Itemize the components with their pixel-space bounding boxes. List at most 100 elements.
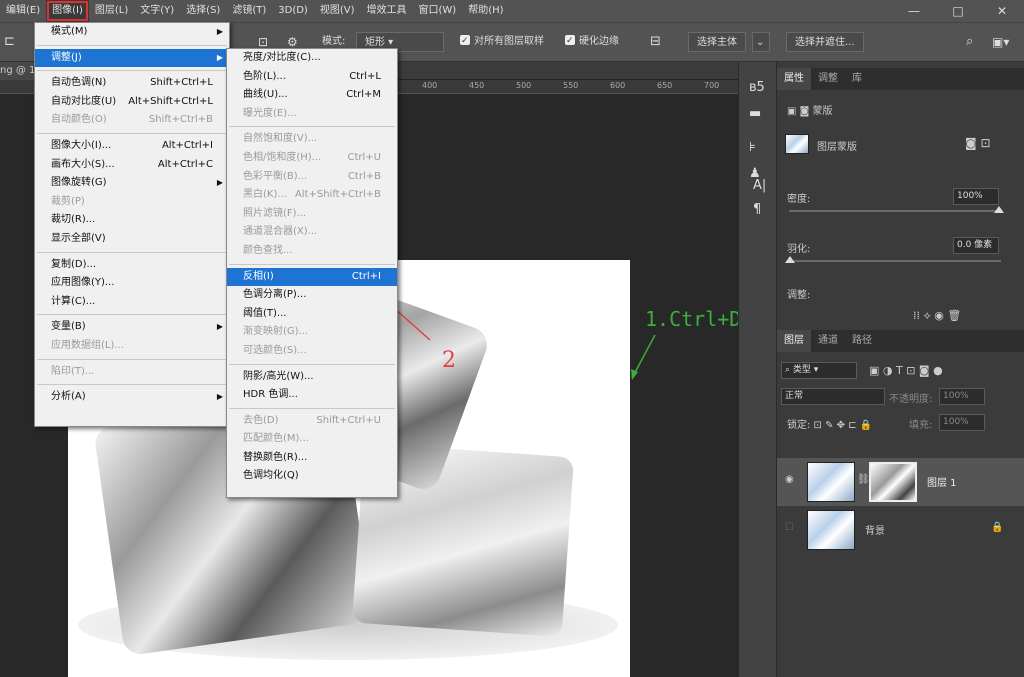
menu-item-阈值-t[interactable]: 阈值(T)... — [227, 305, 397, 324]
density-knob[interactable] — [994, 206, 1004, 213]
speech-icon[interactable]: ⊟ — [650, 32, 661, 52]
ruler-tick: 550 — [563, 81, 579, 90]
menu-item-显示全部-v[interactable]: 显示全部(V) — [35, 230, 229, 249]
ruler-tick: 700 — [704, 81, 720, 90]
menu-item-应用图像-y[interactable]: 应用图像(Y)... — [35, 274, 229, 293]
menu-item-自然饱和度-v: 自然饱和度(V)... — [227, 130, 397, 149]
sample-all-checkbox[interactable]: 对所有图层取样 — [460, 31, 544, 52]
menu-item-可选颜色-s: 可选颜色(S)... — [227, 342, 397, 361]
menu-item-应用数据组-l: 应用数据组(L)... — [35, 337, 229, 356]
menu-item-hdr-色调[interactable]: HDR 色调... — [227, 386, 397, 405]
menu-item-分析-a[interactable]: 分析(A) ▶ — [35, 388, 229, 407]
menu-item-变量-b[interactable]: 变量(B) ▶ — [35, 318, 229, 337]
history-icon[interactable]: ʙ5 — [749, 80, 765, 95]
menu-item-图像大小-i[interactable]: 图像大小(I)... Alt+Ctrl+I — [35, 137, 229, 156]
menu-图像-i[interactable]: 图像(I) — [46, 0, 89, 22]
density-input[interactable]: 100% — [953, 188, 999, 205]
menu-文字-y[interactable]: 文字(Y) — [134, 0, 180, 22]
menu-item-色调均化-q[interactable]: 色调均化(Q) — [227, 467, 397, 486]
menu-item-自动色调-n[interactable]: 自动色调(N) Shift+Ctrl+L — [35, 74, 229, 93]
menu-item-label: 复制(D)... — [51, 258, 97, 270]
link-icon[interactable]: ⛓ — [857, 474, 870, 485]
mask-action-icons[interactable]: ⁞⁞ ⟡ ◉ 🗑 — [913, 309, 961, 323]
menu-选择-s[interactable]: 选择(S) — [180, 0, 226, 22]
eye-icon[interactable]: ◉ — [785, 474, 794, 485]
menu-separator — [37, 44, 227, 46]
feather-knob[interactable] — [785, 256, 795, 263]
menu-增效工具[interactable]: 增效工具 — [361, 0, 413, 22]
blend-mode-select[interactable]: 正常 — [781, 388, 885, 405]
layer-mask-thumbnail[interactable] — [869, 462, 917, 502]
maximize-button[interactable]: □ — [936, 0, 980, 22]
feather-slider[interactable] — [785, 256, 1001, 263]
minimize-button[interactable]: — — [892, 0, 936, 22]
menu-item-阴影-高光-w[interactable]: 阴影/高光(W)... — [227, 368, 397, 387]
ruler-tick: 400 — [422, 81, 438, 90]
feather-input[interactable]: 0.0 像素 — [953, 237, 999, 254]
menu-item-渐变映射-g: 渐变映射(G)... — [227, 323, 397, 342]
tab-paths[interactable]: 路径 — [845, 330, 879, 352]
align-icon[interactable]: ⊧ — [749, 140, 756, 155]
search-icon[interactable]: ⌕ — [966, 32, 973, 52]
menu-item-label: 图像旋转(G) — [51, 177, 107, 189]
menu-shortcut: Alt+Shift+Ctrl+L — [128, 95, 213, 107]
tab-properties[interactable]: 属性 — [777, 68, 811, 90]
menu-帮助-h[interactable]: 帮助(H) — [462, 0, 509, 22]
menu-item-复制-d[interactable]: 复制(D)... — [35, 256, 229, 275]
menu-编辑-e[interactable]: 编辑(E) — [0, 0, 46, 22]
chevron-down-icon[interactable]: ⌄ — [752, 32, 770, 52]
properties-tabs: 属性 调整 库 — [777, 68, 1024, 90]
menu-shortcut: Alt+Shift+Ctrl+B — [294, 189, 381, 201]
menu-item-调整-j[interactable]: 调整(J) ▶ — [35, 48, 229, 68]
menu-shortcut: Alt+Ctrl+I — [161, 139, 213, 151]
close-button[interactable]: ✕ — [980, 0, 1024, 22]
tab-adjustments[interactable]: 调整 — [811, 68, 845, 90]
menu-item-替换颜色-r[interactable]: 替换颜色(R)... — [227, 449, 397, 468]
tool-preset-icon[interactable]: ⊏ — [4, 32, 15, 52]
select-subject-button[interactable]: 选择主体 — [688, 32, 746, 52]
menu-item-计算-c[interactable]: 计算(C)... — [35, 293, 229, 312]
menu-item-黑白-k: 黑白(K)... Alt+Shift+Ctrl+B — [227, 186, 397, 205]
menu-shortcut: Ctrl+B — [347, 170, 381, 182]
menu-item-label: 渐变映射(G)... — [243, 326, 309, 338]
workspace-icon[interactable]: ▣▾ — [992, 32, 1009, 52]
menu-item-曲线-u[interactable]: 曲线(U)... Ctrl+M — [227, 86, 397, 105]
opacity-input[interactable]: 100% — [939, 388, 985, 405]
tab-libraries[interactable]: 库 — [845, 68, 869, 90]
density-slider[interactable] — [789, 206, 1004, 213]
menu-item-自动对比度-u[interactable]: 自动对比度(U) Alt+Shift+Ctrl+L — [35, 93, 229, 112]
pixel-mask-icon[interactable]: ◙ ⊡ — [965, 136, 991, 150]
tab-channels[interactable]: 通道 — [811, 330, 845, 352]
menu-item-label: 通道混合器(X)... — [243, 226, 318, 238]
select-mask-button[interactable]: 选择并遮住... — [786, 32, 864, 52]
menu-图层-l[interactable]: 图层(L) — [89, 0, 134, 22]
menu-separator — [37, 251, 227, 253]
menu-shortcut: Shift+Ctrl+B — [148, 114, 213, 126]
menu-item-模式-m[interactable]: 模式(M) ▶ — [35, 23, 229, 42]
comment-icon[interactable]: ▬ — [749, 106, 761, 121]
menu-item-亮度-对比度-c[interactable]: 亮度/对比度(C)... — [227, 49, 397, 68]
menu-item-反相-i[interactable]: 反相(I) Ctrl+I — [227, 267, 397, 287]
menu-item-label: 色调分离(P)... — [243, 289, 307, 301]
paragraph-icon[interactable]: ¶ — [753, 202, 761, 217]
menu-滤镜-t[interactable]: 滤镜(T) — [226, 0, 272, 22]
fill-input[interactable]: 100% — [939, 414, 985, 431]
submenu-arrow-icon: ▶ — [216, 392, 223, 402]
visibility-box[interactable]: ☐ — [785, 522, 794, 533]
layer-filter-select[interactable]: ⌕ 类型 ▾ — [781, 362, 857, 379]
tab-layers[interactable]: 图层 — [777, 330, 811, 352]
filter-icons[interactable]: ▣ ◑ T ⊡ ◙ ● — [869, 364, 943, 377]
menu-item-画布大小-s[interactable]: 画布大小(S)... Alt+Ctrl+C — [35, 156, 229, 175]
menu-3d-d[interactable]: 3D(D) — [272, 0, 314, 22]
layer-row-background[interactable]: ☐ 背景 🔒 — [777, 506, 1024, 554]
menu-item-色调分离-p[interactable]: 色调分离(P)... — [227, 286, 397, 305]
menu-item-色阶-l[interactable]: 色阶(L)... Ctrl+L — [227, 68, 397, 87]
menu-窗口-w[interactable]: 窗口(W) — [413, 0, 463, 22]
menu-视图-v[interactable]: 视图(V) — [314, 0, 361, 22]
hard-edge-checkbox[interactable]: 硬化边缘 — [565, 31, 619, 52]
character-icon[interactable]: A| — [753, 178, 766, 193]
menu-item-裁切-r[interactable]: 裁切(R)... — [35, 211, 229, 230]
menu-item-图像旋转-g[interactable]: 图像旋转(G) ▶ — [35, 174, 229, 193]
menu-item-label: 色相/饱和度(H)... — [243, 151, 322, 163]
layer-row-layer1[interactable]: ◉ ⛓ 图层 1 — [777, 458, 1024, 506]
